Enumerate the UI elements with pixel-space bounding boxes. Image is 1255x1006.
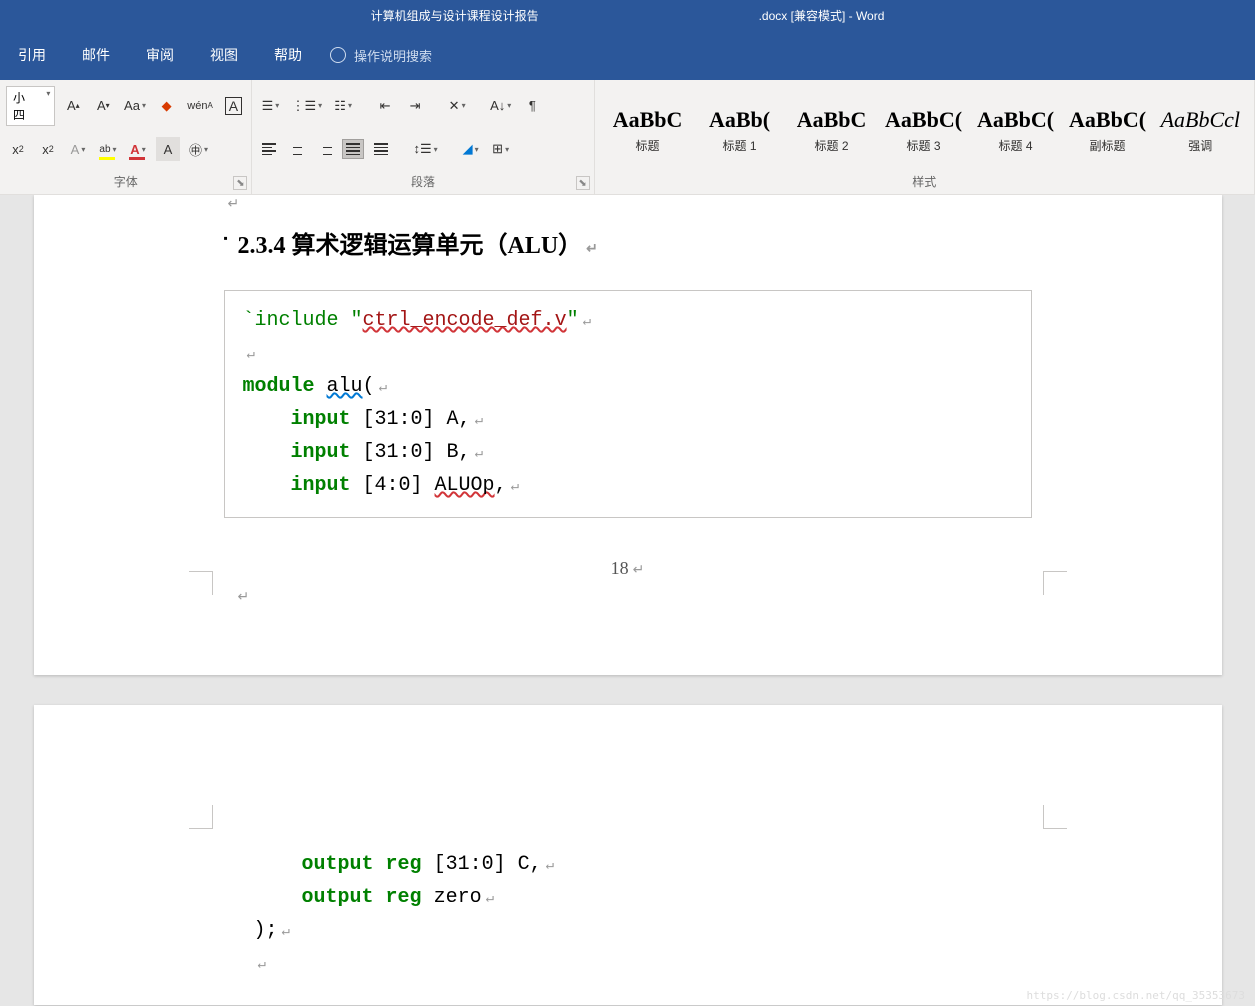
style-title[interactable]: AaBbC标题 [609,107,687,154]
style-subtitle[interactable]: AaBbC(副标题 [1069,107,1147,154]
ribbon: 小四 A▴ A▾ Aa ◆ wénA A x2 x2 A ab A A ㊥ 字体… [0,80,1255,195]
line-spacing-button[interactable]: ↕☰ [410,137,440,161]
font-dialog-launcher[interactable]: ⬊ [233,176,247,190]
style-heading2[interactable]: AaBbC标题 2 [793,107,871,154]
tab-review[interactable]: 审阅 [128,30,192,80]
ribbon-group-paragraph: ☰ ⋮☰ ☷ ⇤ ⇥ ✕ A↓ ¶ ↕☰ ◢ [252,80,594,194]
change-case-button[interactable]: Aa [121,94,148,118]
margin-corner-tl [189,805,213,829]
bullets-button[interactable]: ☰ [258,94,282,118]
decrease-font-button[interactable]: A▾ [91,94,115,118]
align-center-button[interactable] [286,139,308,159]
tell-me-search[interactable]: 操作说明搜索 [320,46,432,65]
style-heading4[interactable]: AaBbC(标题 4 [977,107,1055,154]
align-justify-button[interactable] [342,139,364,159]
code-box-1[interactable]: `include "ctrl_encode_def.v"↵ ↵ module a… [224,290,1032,518]
style-emphasis[interactable]: AaBbCcl强调 [1161,107,1240,154]
tell-me-label: 操作说明搜索 [354,46,432,65]
phonetic-guide-button[interactable]: wénA [185,94,216,118]
style-heading3[interactable]: AaBbC(标题 3 [885,107,963,154]
tab-mailings[interactable]: 邮件 [64,30,128,80]
decrease-indent-button[interactable]: ⇤ [373,94,397,118]
document-canvas[interactable]: ↵ 2.3.4 算术逻辑运算单元（ALU）↵ `include "ctrl_en… [0,195,1255,1006]
tab-references[interactable]: 引用 [0,30,64,80]
font-size-combo[interactable]: 小四 [6,86,55,126]
character-border-button[interactable]: A [221,94,245,118]
menu-bar: 引用 邮件 审阅 视图 帮助 操作说明搜索 [0,30,1255,80]
increase-indent-button[interactable]: ⇥ [403,94,427,118]
margin-corner-tr [1043,805,1067,829]
paragraph-mark: ↵ [586,241,598,258]
paragraph-mark: ↵ [238,588,250,605]
margin-corner-br [1043,571,1067,595]
doc-title-left: 计算机组成与设计课程设计报告 [371,7,539,24]
align-left-button[interactable] [258,139,280,159]
page-2[interactable]: output reg [31:0] C,↵ output reg zero↵ )… [34,705,1222,1005]
group-label-font: 字体 [6,171,245,194]
subscript-button[interactable]: x2 [6,137,30,161]
page-1[interactable]: ↵ 2.3.4 算术逻辑运算单元（ALU）↵ `include "ctrl_en… [34,195,1222,675]
margin-corner-bl [189,571,213,595]
increase-font-button[interactable]: A▴ [61,94,85,118]
sort-button[interactable]: A↓ [487,94,514,118]
title-bar: 计算机组成与设计课程设计报告 .docx [兼容模式] - Word [0,0,1255,30]
ribbon-group-styles: AaBbC标题 AaBb(标题 1 AaBbC标题 2 AaBbC(标题 3 A… [595,80,1255,194]
paragraph-dialog-launcher[interactable]: ⬊ [576,176,590,190]
code-box-2[interactable]: output reg [31:0] C,↵ output reg zero↵ )… [224,835,1032,995]
doc-title-right: .docx [兼容模式] - Word [759,7,885,24]
style-heading1[interactable]: AaBb(标题 1 [701,107,779,154]
highlight-button[interactable]: ab [96,137,120,161]
multilevel-list-button[interactable]: ☷ [331,94,355,118]
align-distribute-button[interactable] [370,139,392,159]
group-label-styles: 样式 [601,171,1248,194]
watermark: https://blog.csdn.net/qq_35353673 [1026,989,1245,1002]
asian-layout-button[interactable]: ✕ [445,94,469,118]
character-shading-button[interactable]: A [156,137,180,161]
text-effects-button[interactable]: A [66,137,90,161]
paragraph-mark: ↵ [228,195,240,212]
borders-button[interactable]: ⊞ [489,137,513,161]
superscript-button[interactable]: x2 [36,137,60,161]
show-marks-button[interactable]: ¶ [520,94,544,118]
shading-button[interactable]: ◢ [459,137,483,161]
tab-help[interactable]: 帮助 [256,30,320,80]
align-right-button[interactable] [314,139,336,159]
font-color-button[interactable]: A [126,137,150,161]
numbering-button[interactable]: ⋮☰ [288,94,325,118]
tab-view[interactable]: 视图 [192,30,256,80]
clear-formatting-button[interactable]: ◆ [155,94,179,118]
styles-gallery[interactable]: AaBbC标题 AaBb(标题 1 AaBbC标题 2 AaBbC(标题 3 A… [601,84,1248,171]
lightbulb-icon [330,47,346,63]
group-label-paragraph: 段落 [258,171,587,194]
enclose-characters-button[interactable]: ㊥ [186,137,211,161]
ribbon-group-font: 小四 A▴ A▾ Aa ◆ wénA A x2 x2 A ab A A ㊥ 字体… [0,80,252,194]
heading-2-3-4[interactable]: 2.3.4 算术逻辑运算单元（ALU）↵ [224,225,1032,260]
page-number: 18↵ [224,558,1032,579]
